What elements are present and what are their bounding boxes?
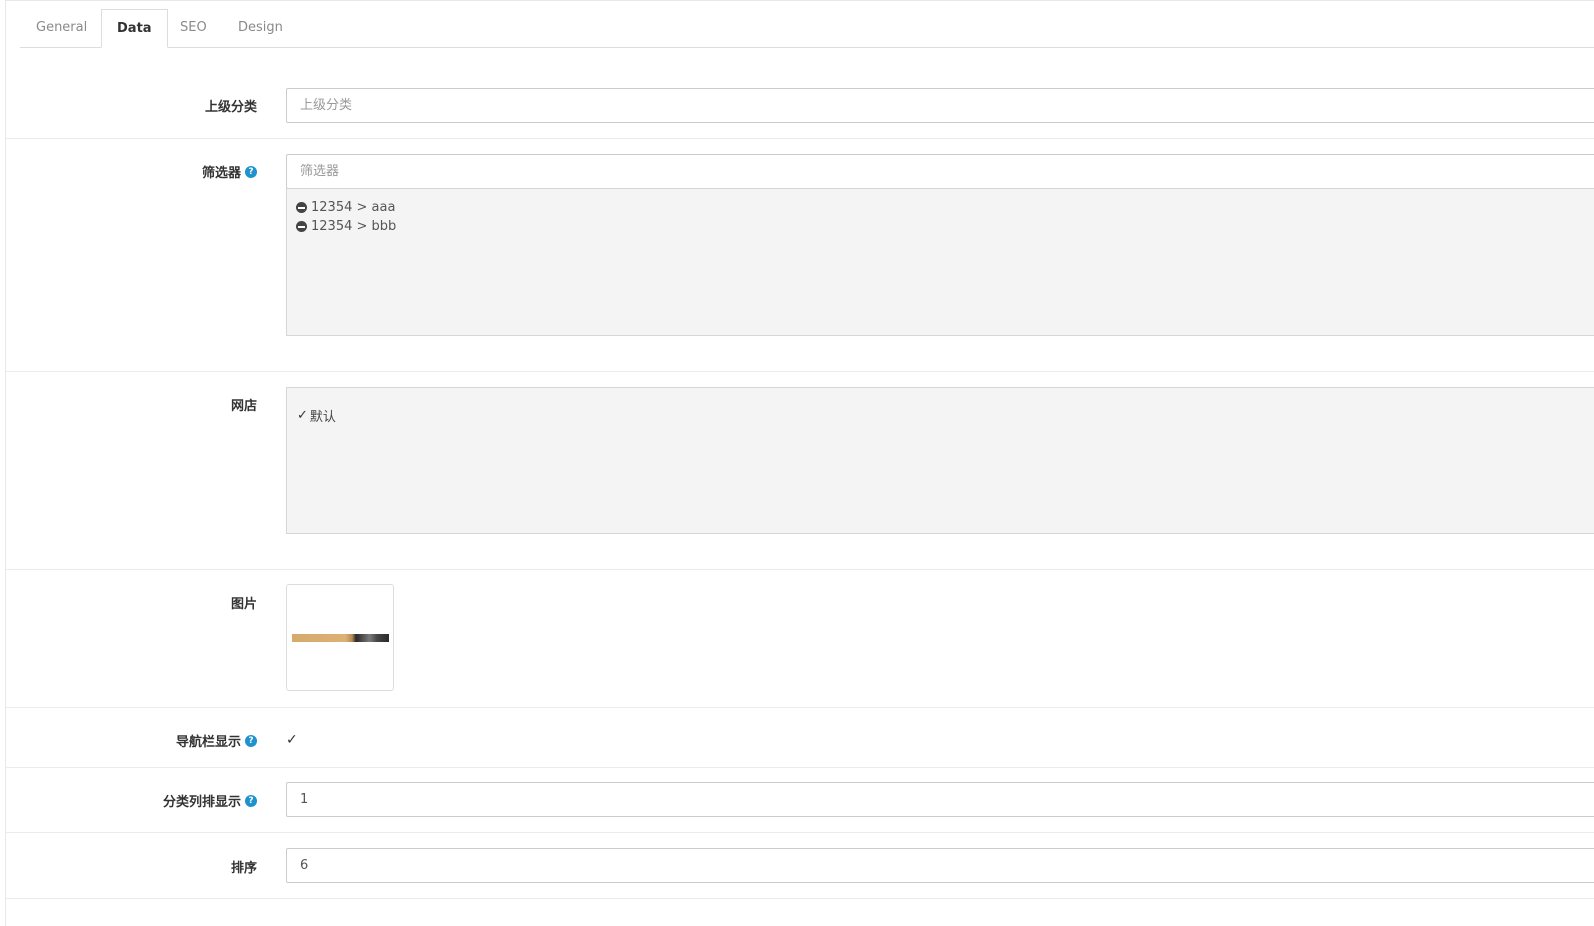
filter-list: 12354 > aaa 12354 > bbb [286, 188, 1594, 336]
image-thumbnail[interactable] [286, 584, 394, 691]
tab-seo[interactable]: SEO [180, 9, 207, 47]
category-columns-input[interactable] [286, 782, 1594, 817]
image-preview [292, 634, 389, 642]
nav-display-label: 导航栏显示 ? [176, 731, 257, 750]
tab-bar: General Data SEO Design [20, 9, 1594, 48]
help-icon[interactable]: ? [245, 734, 257, 747]
filter-item: 12354 > bbb [296, 219, 396, 234]
category-columns-label: 分类列排显示 ? [163, 791, 257, 810]
check-icon: ✓ [286, 732, 298, 748]
filter-input[interactable] [286, 154, 1594, 189]
store-list: ✓ 默认 [286, 387, 1594, 534]
tab-data[interactable]: Data [101, 9, 168, 48]
store-label: 网店 [230, 399, 257, 414]
help-icon[interactable]: ? [245, 794, 257, 807]
store-option-default[interactable]: ✓ 默认 [297, 406, 336, 425]
row-divider [6, 898, 1594, 899]
parent-category-label: 上级分类 [204, 100, 257, 115]
row-divider [6, 767, 1594, 768]
image-label: 图片 [230, 597, 257, 612]
tab-design[interactable]: Design [238, 9, 283, 47]
row-divider [6, 138, 1594, 139]
row-divider [6, 707, 1594, 708]
check-icon[interactable]: ✓ [297, 408, 308, 423]
row-divider [6, 371, 1594, 372]
row-divider [6, 569, 1594, 570]
sort-order-label: 排序 [230, 861, 257, 876]
minus-circle-icon[interactable] [296, 202, 307, 213]
tab-general[interactable]: General [36, 9, 87, 47]
help-icon[interactable]: ? [245, 165, 257, 178]
filter-item: 12354 > aaa [296, 200, 395, 215]
sort-order-input[interactable] [286, 848, 1594, 883]
parent-category-input[interactable] [286, 88, 1594, 123]
minus-circle-icon[interactable] [296, 221, 307, 232]
filter-label: 筛选器 ? [202, 162, 257, 181]
row-divider [6, 832, 1594, 833]
nav-display-checkbox[interactable]: ✓ [286, 732, 298, 748]
